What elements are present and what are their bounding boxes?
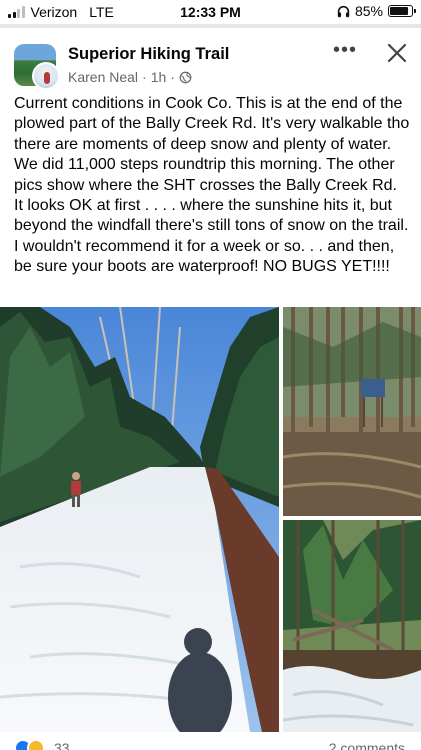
care-reaction-icon: [27, 739, 45, 750]
meta-separator: ·: [142, 69, 147, 85]
battery-percent: 85%: [354, 3, 383, 19]
status-bar: Verizon LTE 12:33 PM 85%: [0, 0, 421, 24]
post-meta: Karen Neal · 1h ·: [68, 69, 192, 85]
author-avatar[interactable]: [32, 62, 60, 90]
comment-count[interactable]: 2 comments: [329, 740, 405, 750]
post-photo-trailhead[interactable]: [283, 307, 421, 516]
post-body: Current conditions in Cook Co. This is a…: [14, 95, 410, 276]
post-photo-road[interactable]: [0, 307, 279, 732]
post-footer: 33 2 comments: [0, 732, 421, 750]
globe-icon: [179, 71, 192, 83]
more-options-button[interactable]: •••: [330, 40, 360, 64]
post-photo-snowy-trail[interactable]: [283, 520, 421, 732]
battery-fill: [390, 7, 408, 15]
headphones-icon: [337, 5, 350, 17]
meta-separator-2: ·: [170, 69, 175, 85]
post-header: Superior Hiking Trail Karen Neal · 1h · …: [0, 28, 421, 90]
status-icons: 85%: [337, 3, 416, 19]
close-icon[interactable]: [384, 40, 410, 66]
reaction-count[interactable]: 33: [54, 740, 70, 750]
battery-icon: [388, 5, 416, 17]
group-name-link[interactable]: Superior Hiking Trail: [68, 45, 229, 64]
reaction-icons[interactable]: [14, 739, 45, 750]
post-timestamp[interactable]: 1h: [151, 69, 167, 85]
author-name-link[interactable]: Karen Neal: [68, 69, 138, 85]
